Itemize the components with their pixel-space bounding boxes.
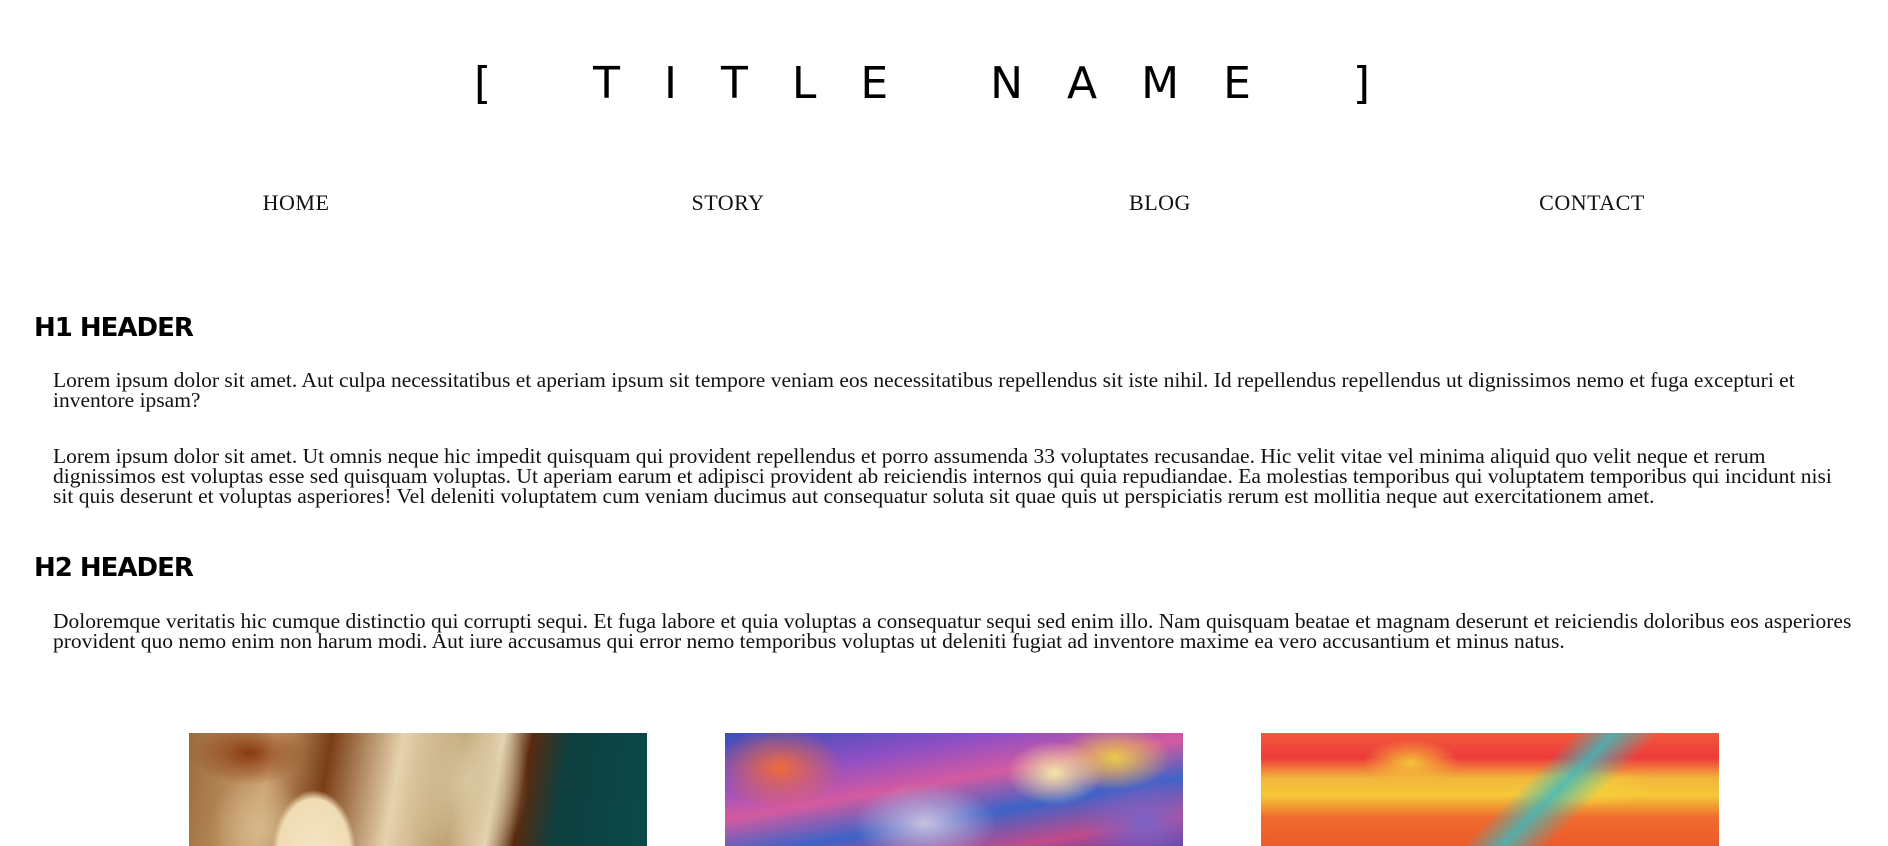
gallery-image-2[interactable]: [725, 733, 1183, 846]
h2-header: H2 HEADER: [34, 553, 194, 583]
nav-blog[interactable]: BLOG: [1010, 190, 1310, 216]
paragraph-2: Lorem ipsum dolor sit amet. Ut omnis neq…: [53, 444, 1832, 508]
paragraph-3: Doloremque veritatis hic cumque distinct…: [53, 609, 1852, 653]
h1-header: H1 HEADER: [34, 313, 194, 343]
main-nav: HOME STORY BLOG CONTACT: [0, 190, 1888, 220]
nav-home[interactable]: HOME: [146, 190, 446, 216]
gallery-image-1[interactable]: [189, 733, 647, 846]
gallery-image-3[interactable]: [1261, 733, 1719, 846]
nav-story[interactable]: STORY: [578, 190, 878, 216]
image-gallery: [0, 733, 1888, 846]
site-title: [ TITLE NAME ]: [473, 58, 1415, 109]
nav-contact[interactable]: CONTACT: [1442, 190, 1742, 216]
paragraph-1: Lorem ipsum dolor sit amet. Aut culpa ne…: [53, 368, 1795, 412]
